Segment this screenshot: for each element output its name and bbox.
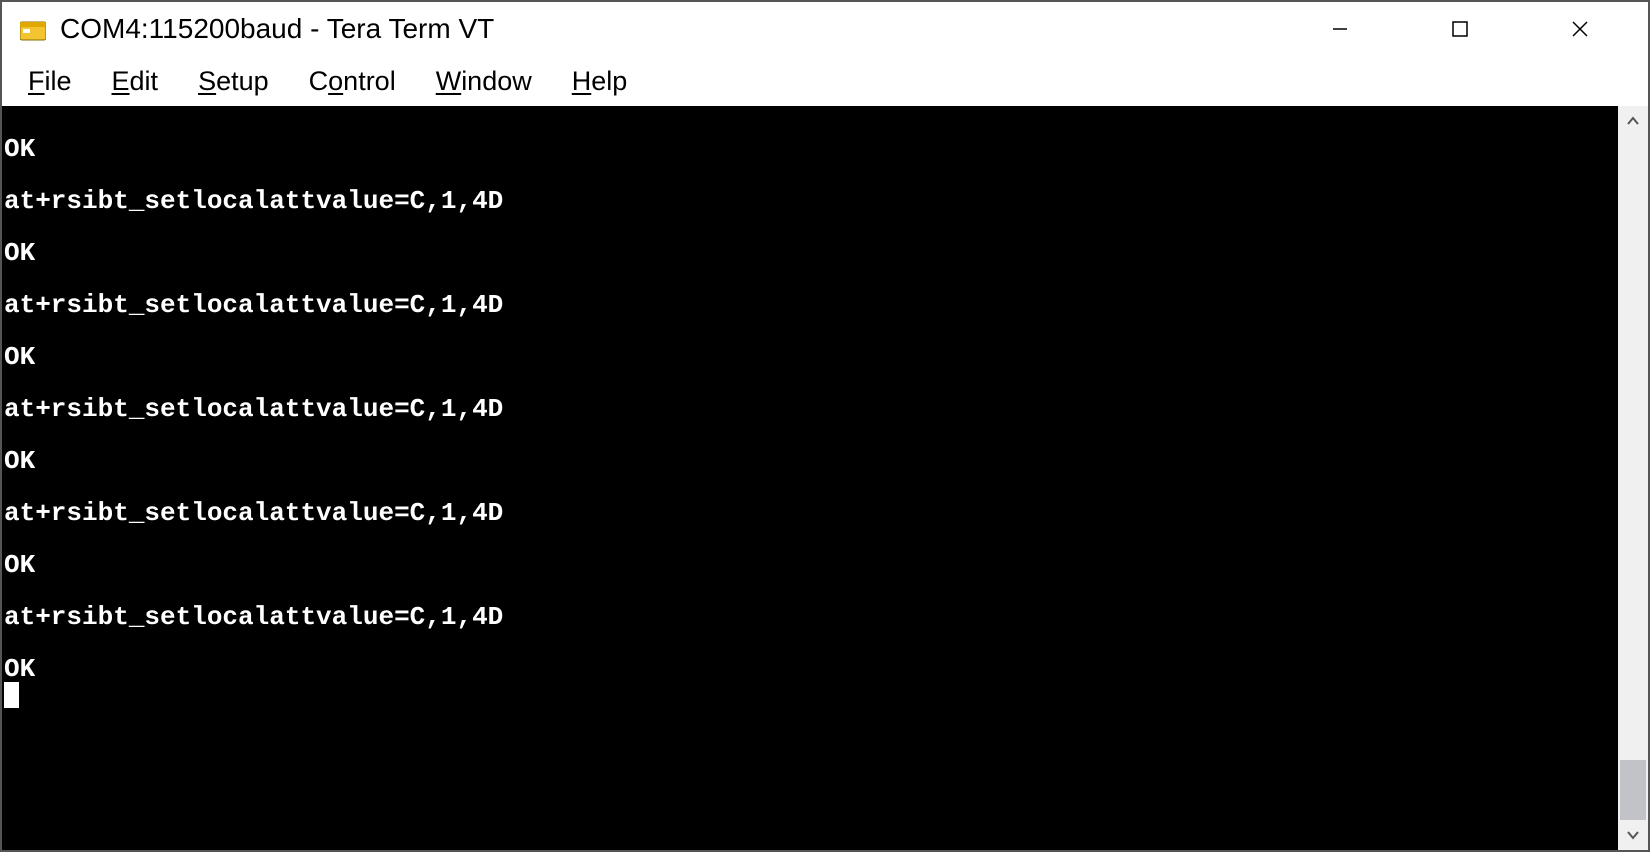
terminal-line [4, 266, 1618, 292]
vertical-scrollbar[interactable] [1618, 106, 1648, 850]
terminal-line: OK [4, 136, 1618, 162]
terminal-line: at+rsibt_setlocalattvalue=C,1,4D [4, 188, 1618, 214]
terminal-cursor-line [4, 682, 1618, 708]
terminal-line [4, 162, 1618, 188]
app-icon [20, 18, 46, 42]
terminal-line: OK [4, 240, 1618, 266]
window-controls [1280, 2, 1640, 56]
menu-window[interactable]: Window [416, 62, 552, 101]
menu-setup[interactable]: Setup [178, 62, 289, 101]
terminal-line [4, 630, 1618, 656]
menu-help[interactable]: Help [552, 62, 648, 101]
client-area: OK at+rsibt_setlocalattvalue=C,1,4D OK at+r… [2, 106, 1648, 850]
terminal-line [4, 578, 1618, 604]
app-window: COM4:115200baud - Tera Term VT FileEditS… [0, 0, 1650, 852]
terminal-line: OK [4, 344, 1618, 370]
window-title: COM4:115200baud - Tera Term VT [60, 13, 1280, 45]
terminal-line [4, 474, 1618, 500]
terminal-line [4, 318, 1618, 344]
terminal-line [4, 370, 1618, 396]
minimize-button[interactable] [1280, 2, 1400, 56]
menu-bar: FileEditSetupControlWindowHelp [2, 56, 1648, 106]
menu-file[interactable]: File [8, 62, 92, 101]
title-bar[interactable]: COM4:115200baud - Tera Term VT [2, 2, 1648, 56]
terminal-line: at+rsibt_setlocalattvalue=C,1,4D [4, 292, 1618, 318]
terminal-output[interactable]: OK at+rsibt_setlocalattvalue=C,1,4D OK at+r… [2, 106, 1618, 850]
close-button[interactable] [1520, 2, 1640, 56]
terminal-line: at+rsibt_setlocalattvalue=C,1,4D [4, 604, 1618, 630]
terminal-line: OK [4, 448, 1618, 474]
terminal-line [4, 422, 1618, 448]
terminal-line: OK [4, 552, 1618, 578]
maximize-button[interactable] [1400, 2, 1520, 56]
menu-edit[interactable]: Edit [92, 62, 179, 101]
scrollbar-track[interactable] [1618, 136, 1648, 820]
scroll-up-arrow-icon[interactable] [1618, 106, 1648, 136]
terminal-line [4, 110, 1618, 136]
terminal-line [4, 526, 1618, 552]
scroll-down-arrow-icon[interactable] [1618, 820, 1648, 850]
menu-control[interactable]: Control [289, 62, 416, 101]
terminal-line [4, 214, 1618, 240]
terminal-line: at+rsibt_setlocalattvalue=C,1,4D [4, 396, 1618, 422]
terminal-cursor [4, 682, 19, 708]
scrollbar-thumb[interactable] [1620, 760, 1646, 820]
terminal-line: OK [4, 656, 1618, 682]
terminal-line: at+rsibt_setlocalattvalue=C,1,4D [4, 500, 1618, 526]
